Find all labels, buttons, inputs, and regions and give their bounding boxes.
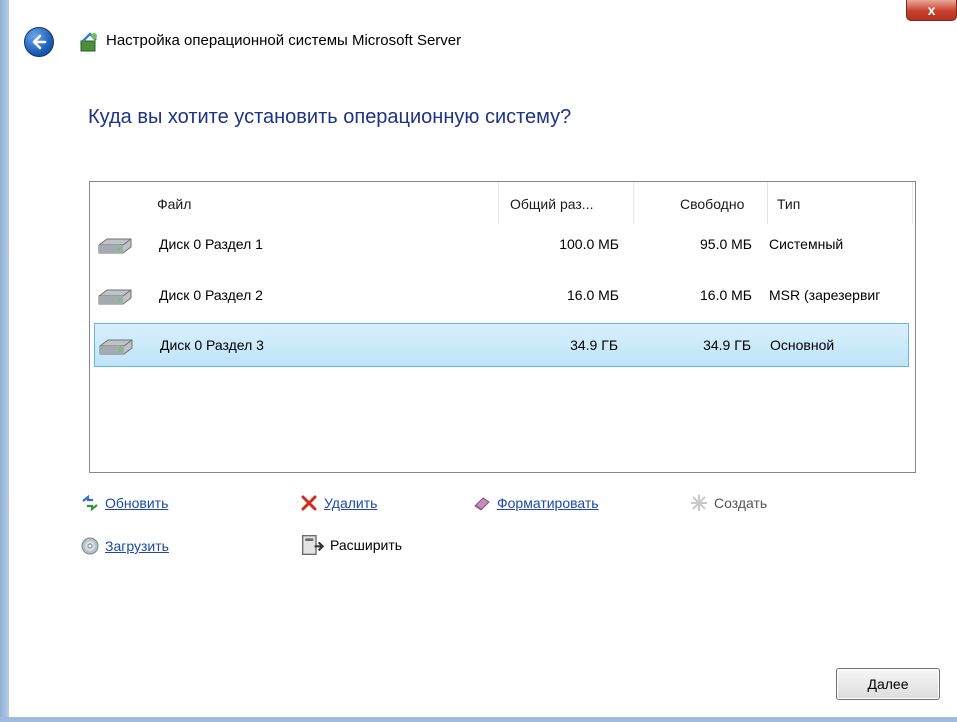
column-header-file[interactable]: Файл — [157, 196, 191, 212]
close-icon: x — [927, 2, 936, 18]
partition-total-size: 16.0 МБ — [567, 287, 619, 303]
refresh-icon — [82, 494, 98, 512]
setup-app-icon — [80, 32, 97, 52]
refresh-label[interactable]: Обновить — [105, 495, 168, 511]
create-label: Создать — [714, 495, 768, 511]
partition-type: Системный — [769, 236, 844, 252]
window-title: Настройка операционной системы Microsoft… — [106, 32, 462, 49]
list-header: Файл Общий раз... Свободно Тип — [90, 182, 915, 224]
load-driver-button[interactable]: Загрузить — [81, 537, 169, 555]
page-heading: Куда вы хотите установить операционную с… — [88, 106, 572, 128]
partition-name: Диск 0 Раздел 2 — [159, 287, 263, 303]
extend-disk-icon — [302, 535, 324, 555]
title-bar: Настройка операционной системы Microsoft… — [9, 0, 957, 84]
table-row-selected[interactable]: Диск 0 Раздел 3 34.9 ГБ 34.9 ГБ Основной — [94, 323, 909, 367]
column-header-free[interactable]: Свободно — [680, 196, 744, 212]
column-header-total-size[interactable]: Общий раз... — [510, 196, 593, 212]
column-header-type[interactable]: Тип — [777, 196, 800, 212]
load-driver-label[interactable]: Загрузить — [105, 538, 169, 554]
delete-label[interactable]: Удалить — [324, 495, 377, 511]
partition-total-size: 100.0 МБ — [559, 236, 619, 252]
window-frame-bottom — [0, 717, 957, 722]
close-button[interactable]: x — [906, 0, 957, 21]
partition-type: MSR (зарезервиг — [769, 287, 881, 303]
eraser-icon — [474, 497, 490, 511]
setup-window: Настройка операционной системы Microsoft… — [9, 0, 957, 717]
partition-type: Основной — [770, 337, 835, 353]
extend-button[interactable]: Расширить — [300, 533, 402, 557]
partition-free-space: 34.9 ГБ — [703, 337, 751, 353]
column-separator — [767, 182, 768, 224]
partition-free-space: 95.0 МБ — [700, 236, 752, 252]
create-button: Создать — [690, 494, 767, 512]
column-separator — [912, 182, 913, 224]
hard-disk-icon — [98, 238, 132, 254]
partition-name: Диск 0 Раздел 3 — [160, 337, 264, 353]
refresh-button[interactable]: Обновить — [81, 494, 168, 512]
back-button[interactable] — [24, 27, 54, 57]
partition-name: Диск 0 Раздел 1 — [159, 236, 263, 252]
next-button[interactable]: Далее — [836, 668, 940, 700]
table-row[interactable]: Диск 0 Раздел 1 100.0 МБ 95.0 МБ Системн… — [94, 223, 909, 267]
cd-disc-icon — [81, 537, 99, 555]
extend-label[interactable]: Расширить — [330, 537, 402, 553]
hard-disk-icon — [98, 289, 132, 305]
partition-list[interactable]: Файл Общий раз... Свободно Тип Диск 0 Ра… — [89, 181, 916, 473]
sparkle-icon — [691, 495, 707, 511]
table-row[interactable]: Диск 0 Раздел 2 16.0 МБ 16.0 МБ MSR (зар… — [94, 274, 909, 318]
delete-x-icon — [301, 495, 317, 511]
partition-total-size: 34.9 ГБ — [570, 337, 618, 353]
delete-button[interactable]: Удалить — [300, 494, 377, 512]
column-separator — [633, 182, 634, 224]
hard-disk-icon — [99, 339, 133, 355]
format-button[interactable]: Форматировать — [473, 494, 599, 512]
window-frame-left — [0, 0, 9, 722]
arrow-left-icon — [32, 34, 47, 50]
partition-free-space: 16.0 МБ — [700, 287, 752, 303]
column-separator — [498, 182, 499, 224]
format-label[interactable]: Форматировать — [497, 495, 599, 511]
